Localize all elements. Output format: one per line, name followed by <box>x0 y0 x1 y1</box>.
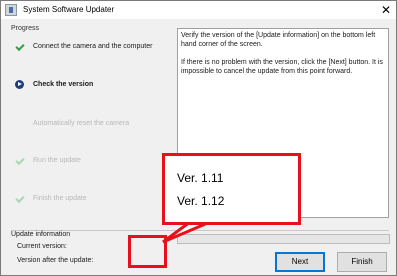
version-callout: Ver. 1.11 Ver. 1.12 <box>162 153 301 225</box>
version-highlight-box <box>128 235 167 268</box>
after-update-version-value: Ver. 1.12 <box>177 194 225 208</box>
current-version-value: Ver. 1.11 <box>177 171 224 185</box>
callout-pointer <box>162 220 211 244</box>
